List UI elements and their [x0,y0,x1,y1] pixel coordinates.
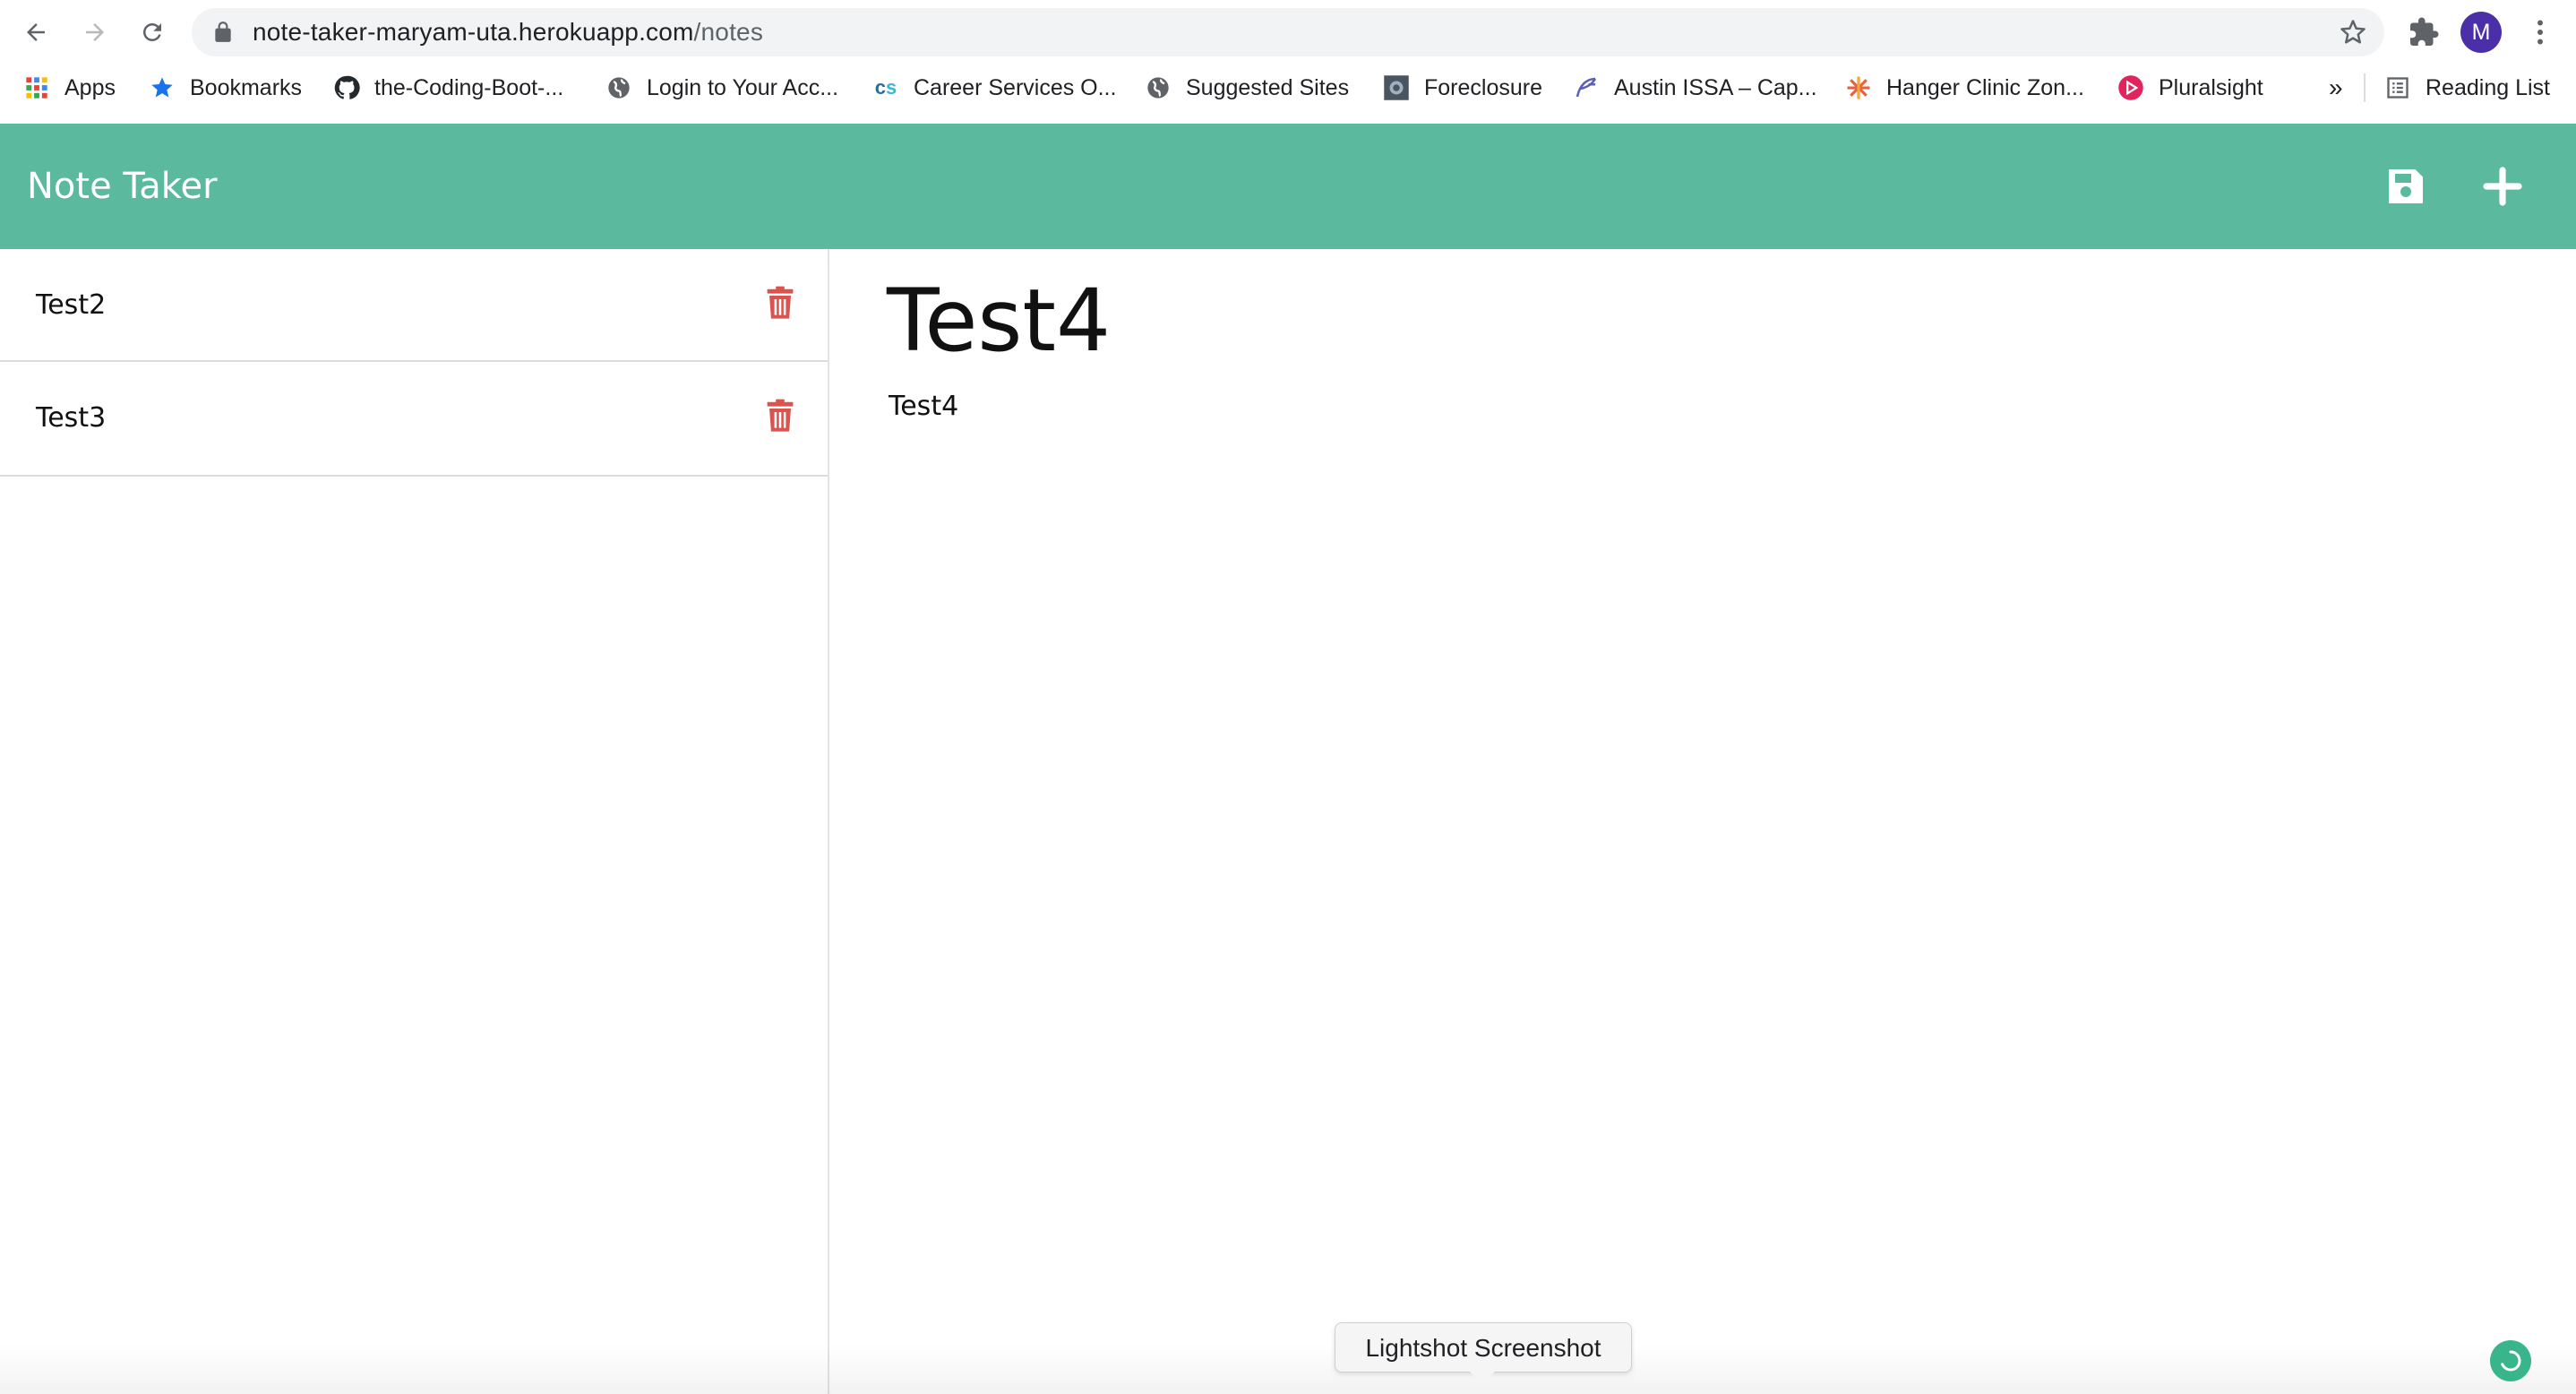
note-textarea[interactable]: Test4 [889,391,958,422]
github-icon [333,74,360,101]
note-editor: Test4 Test4 [831,249,2576,1394]
bookmark-label: Austin ISSA – Cap... [1614,74,1817,100]
bookmark-star-icon[interactable] [2340,19,2366,46]
spinner-arc-icon [2501,1350,2521,1372]
list-item[interactable]: Test2 [0,249,828,362]
apps-grid-icon [23,74,50,101]
reload-icon [142,22,161,41]
back-button[interactable] [14,11,57,54]
bookmark-austin-issa[interactable]: Austin ISSA – Cap... [1573,65,1817,111]
bookmark-apps[interactable]: Apps [23,65,116,111]
bookmark-foreclosure[interactable]: Foreclosure [1383,65,1542,111]
lightshot-tooltip: Lightshot Screenshot [1335,1322,1632,1372]
url-host: note-taker-maryam-uta.herokuapp.com [253,18,694,46]
reading-list-icon [2384,74,2411,101]
trash-icon [767,286,794,319]
bookmark-bookmarks[interactable]: Bookmarks [149,65,302,111]
bookmark-label: Pluralsight [2159,74,2263,100]
bookmark-label: Career Services O... [914,74,1117,100]
issa-icon [1573,74,1600,101]
lightshot-spinner-icon[interactable] [2490,1340,2531,1381]
reading-list-label: Reading List [2426,74,2550,100]
url-path: /notes [693,18,764,46]
delete-note-button[interactable] [763,396,797,435]
bookmark-pluralsight[interactable]: Pluralsight [2117,65,2263,111]
plus-icon [2483,167,2522,206]
lock-icon[interactable] [211,21,235,44]
app-brand[interactable]: Note Taker [27,124,218,249]
bookmark-label: Suggested Sites [1186,74,1350,100]
note-title-input[interactable]: Test4 [887,267,1111,374]
bookmark-coding-boot[interactable]: the-Coding-Boot-... [333,65,563,111]
arrow-left-icon [27,23,45,41]
more-vertical-icon[interactable] [2524,16,2556,48]
bookmarks-bar: Apps Bookmarks the-Coding-Boot-... Login… [0,65,2576,124]
app-navbar: Note Taker [0,124,2576,249]
new-note-button[interactable] [2476,159,2529,213]
profile-avatar[interactable]: M [2460,12,2502,53]
bookmark-hanger-clinic[interactable]: Hanger Clinic Zon... [1845,65,2084,111]
bookmarks-overflow-button[interactable]: » [2329,65,2343,111]
foreclosure-icon [1383,74,1410,101]
reload-button[interactable] [131,11,174,54]
note-list: Test2 Test3 [0,249,828,477]
star-icon [149,74,176,101]
arrow-right-icon [86,23,104,41]
tooltip-arrow [1470,1372,1495,1384]
note-title[interactable]: Test3 [36,362,106,475]
list-item[interactable]: Test3 [0,362,828,475]
bookmark-label: Login to Your Acc... [647,74,839,100]
bookmark-career-services[interactable]: cs Career Services O... [872,65,1117,111]
trash-icon [767,399,794,432]
extensions-puzzle-icon[interactable] [2408,16,2440,48]
bookmark-label: Apps [64,74,116,100]
bookmark-label: Bookmarks [190,74,303,100]
globe-icon [1145,74,1172,101]
hanger-icon [1845,74,1872,101]
reading-list-button[interactable]: Reading List [2384,65,2550,111]
bookmarks-divider [2364,73,2366,102]
bookmark-login[interactable]: Login to Your Acc... [605,65,838,111]
delete-note-button[interactable] [763,283,797,323]
notes-sidebar: Test2 Test3 [0,249,829,1394]
bookmark-label: the-Coding-Boot-... [374,74,564,100]
bookmark-suggested-sites[interactable]: Suggested Sites [1145,65,1349,111]
address-bar[interactable]: note-taker-maryam-uta.herokuapp.com/note… [192,8,2384,56]
pluralsight-icon [2117,74,2144,101]
bookmark-label: Foreclosure [1424,74,1542,100]
bookmark-label: Hanger Clinic Zon... [1886,74,2084,100]
url-text[interactable]: note-taker-maryam-uta.herokuapp.com/note… [253,8,763,56]
bottom-shadow [0,1344,2576,1394]
save-note-button[interactable] [2379,159,2433,213]
browser-toolbar: note-taker-maryam-uta.herokuapp.com/note… [0,0,2576,65]
cs-icon: cs [874,76,897,99]
save-icon [2389,169,2423,203]
globe-icon [605,74,632,101]
forward-button[interactable] [73,11,116,54]
note-title[interactable]: Test2 [36,249,106,362]
